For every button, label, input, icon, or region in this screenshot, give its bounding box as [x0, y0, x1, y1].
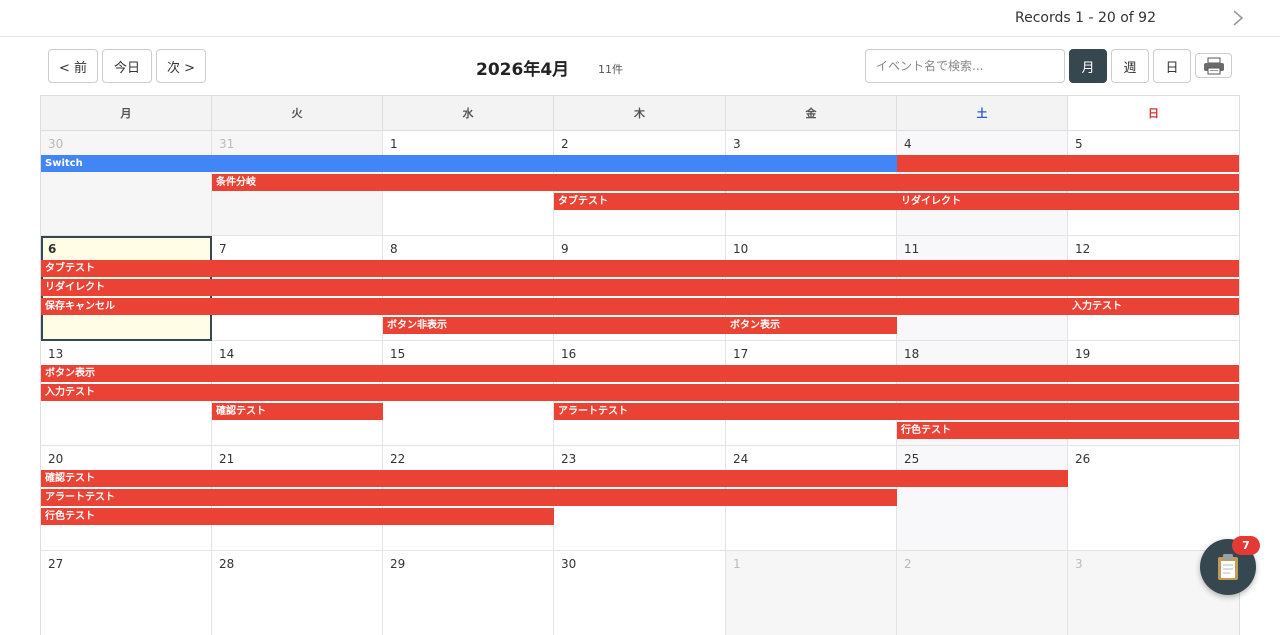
weekday-header: 月 — [41, 96, 212, 131]
day-number: 30 — [48, 137, 64, 151]
day-number: 30 — [561, 557, 577, 571]
event-count: 11件 — [598, 63, 623, 76]
view-month-button[interactable]: 月 — [1069, 49, 1107, 83]
month-title: 2026年4月 — [476, 60, 570, 80]
view-day-button[interactable]: 日 — [1153, 49, 1191, 83]
calendar-event[interactable] — [897, 155, 1239, 172]
day-number: 9 — [561, 242, 569, 256]
day-number: 3 — [1075, 557, 1083, 571]
calendar-event[interactable]: 行色テスト — [41, 508, 554, 525]
event-search-input[interactable] — [865, 49, 1065, 83]
calendar-event[interactable]: 入力テスト — [1068, 298, 1239, 315]
weekday-header: 火 — [212, 96, 383, 131]
prev-button[interactable]: < 前 — [48, 49, 98, 83]
clipboard-icon — [1218, 554, 1238, 580]
day-number: 22 — [390, 452, 406, 466]
day-number: 6 — [48, 242, 57, 256]
calendar-event[interactable]: Switch — [41, 155, 897, 172]
today-button[interactable]: 今日 — [102, 49, 152, 83]
day-cell[interactable]: 25 — [897, 446, 1068, 551]
printer-icon — [1203, 57, 1224, 74]
day-number: 23 — [561, 452, 577, 466]
calendar-event[interactable]: 行色テスト — [897, 422, 1239, 439]
day-number: 10 — [733, 242, 749, 256]
records-count: Records 1 - 20 of 92 — [1015, 10, 1156, 26]
calendar-event[interactable]: ボタン表示 — [726, 317, 897, 334]
day-number: 29 — [390, 557, 406, 571]
day-number: 8 — [390, 242, 398, 256]
day-number: 26 — [1075, 452, 1091, 466]
weekday-header: 水 — [383, 96, 554, 131]
weekday-header: 金 — [726, 96, 897, 131]
day-number: 21 — [219, 452, 235, 466]
day-number: 28 — [219, 557, 235, 571]
day-number: 20 — [48, 452, 64, 466]
calendar-event[interactable]: アラートテスト — [554, 403, 1239, 420]
day-number: 18 — [904, 347, 920, 361]
day-number: 3 — [733, 137, 741, 151]
print-button[interactable] — [1195, 53, 1232, 78]
day-number: 31 — [219, 137, 235, 151]
calendar-event[interactable]: 確認テスト — [212, 403, 383, 420]
day-cell[interactable]: 1 — [726, 551, 897, 635]
calendar-event[interactable]: 条件分岐 — [212, 174, 1239, 191]
day-number: 1 — [733, 557, 741, 571]
day-number: 16 — [561, 347, 577, 361]
day-number: 4 — [904, 137, 912, 151]
day-number: 1 — [390, 137, 398, 151]
calendar-event[interactable]: 入力テスト — [41, 384, 1239, 401]
day-cell[interactable]: 30 — [41, 131, 212, 236]
day-number: 14 — [219, 347, 235, 361]
calendar-event[interactable]: 保存キャンセル — [41, 298, 1068, 315]
day-number: 11 — [904, 242, 920, 256]
next-button[interactable]: 次 > — [156, 49, 206, 83]
day-number: 2 — [561, 137, 569, 151]
weekday-header: 日 — [1068, 96, 1239, 131]
calendar-event[interactable]: リダイレクト — [897, 193, 1239, 210]
view-week-button[interactable]: 週 — [1111, 49, 1149, 83]
day-number: 24 — [733, 452, 749, 466]
notification-badge: 7 — [1232, 536, 1260, 555]
day-cell[interactable]: 28 — [212, 551, 383, 635]
day-number: 2 — [904, 557, 912, 571]
day-cell[interactable]: 27 — [41, 551, 212, 635]
calendar-event[interactable]: タブテスト — [554, 193, 897, 210]
day-number: 25 — [904, 452, 920, 466]
calendar-event[interactable]: リダイレクト — [41, 279, 1239, 296]
month-calendar: 月火水木金土日 30 31 1 2 3 4 5 6 7 8 9 10 11 12 13 14 15 16 17 18 19… — [40, 95, 1240, 635]
day-cell[interactable]: 29 — [383, 551, 554, 635]
day-number: 17 — [733, 347, 749, 361]
day-number: 19 — [1075, 347, 1091, 361]
chevron-right-icon[interactable] — [1230, 9, 1246, 27]
day-number: 27 — [48, 557, 64, 571]
records-bar: Records 1 - 20 of 92 — [0, 0, 1280, 37]
day-cell[interactable]: 30 — [554, 551, 726, 635]
day-number: 7 — [219, 242, 227, 256]
day-number: 12 — [1075, 242, 1091, 256]
calendar-event[interactable]: ボタン非表示 — [383, 317, 726, 334]
day-cell[interactable]: 2 — [897, 551, 1068, 635]
calendar-event[interactable]: アラートテスト — [41, 489, 897, 506]
calendar-event[interactable]: 確認テスト — [41, 470, 1068, 487]
day-number: 13 — [48, 347, 64, 361]
day-number: 5 — [1075, 137, 1083, 151]
day-number: 15 — [390, 347, 406, 361]
weekday-header: 木 — [554, 96, 726, 131]
day-cell[interactable]: 26 — [1068, 446, 1239, 551]
weekday-header: 土 — [897, 96, 1068, 131]
calendar-event[interactable]: ボタン表示 — [41, 365, 1239, 382]
calendar-event[interactable]: タブテスト — [41, 260, 1239, 277]
